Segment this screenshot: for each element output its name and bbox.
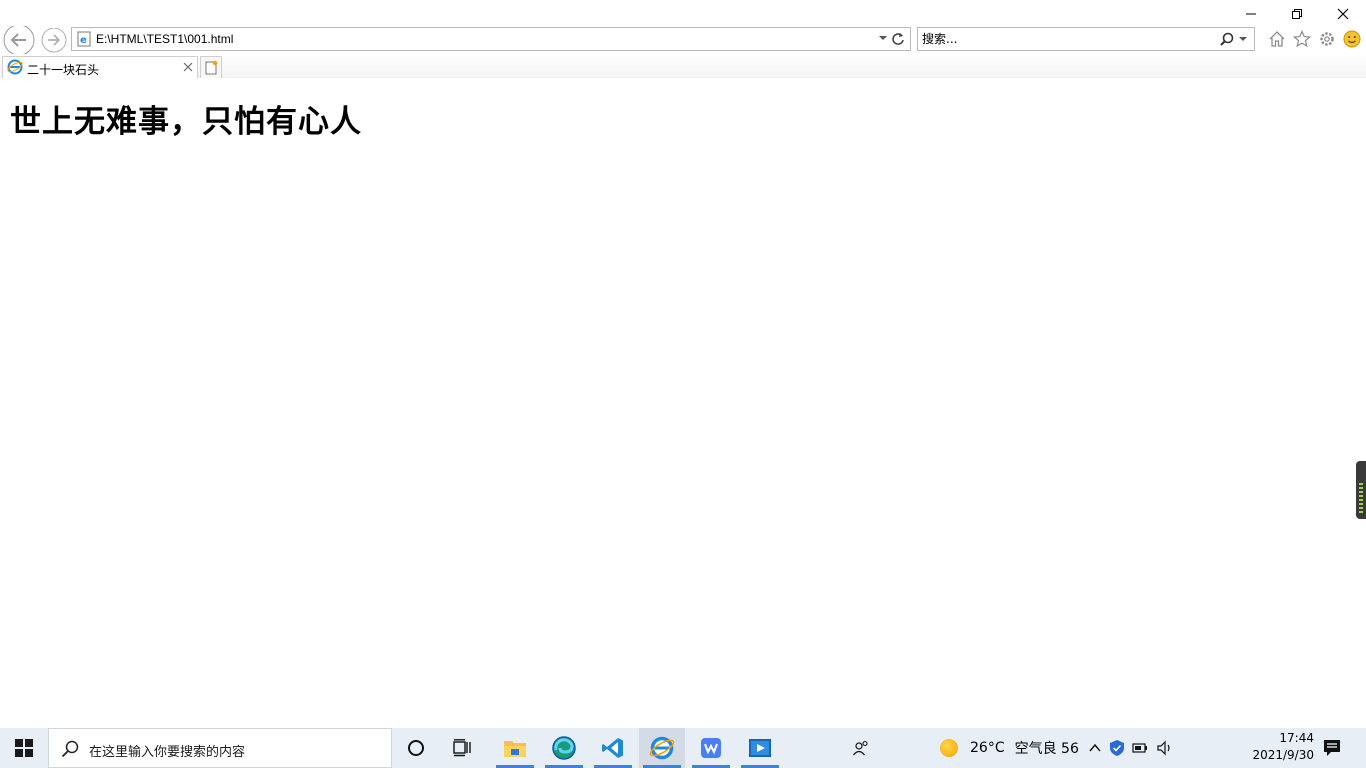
cortana-button[interactable] [393,728,439,768]
dropdown-arrow-icon[interactable] [1238,34,1248,44]
system-clock[interactable]: 17:44 2021/9/30 [1240,730,1314,764]
back-button[interactable] [2,26,36,56]
search-icon[interactable] [1220,32,1234,46]
tab-title: 二十一块石头 [27,63,100,77]
refresh-icon[interactable] [890,31,906,47]
cortana-icon [408,740,424,756]
forward-arrow-icon [41,28,67,53]
wps-icon [701,738,721,758]
system-tray [1088,728,1174,768]
taskbar-search-placeholder: 在这里输入你要搜索的内容 [89,745,246,760]
new-tab-icon [205,60,218,74]
taskbar-search-box[interactable]: 在这里输入你要搜索的内容 [48,728,392,768]
level-bars [1359,483,1363,513]
taskbar: 在这里输入你要搜索的内容 26°C 空气良 56 17:44 2021/9/30 [0,728,1366,768]
svg-text:e: e [80,35,87,46]
edge-icon [552,736,576,760]
smiley-icon [1343,30,1361,48]
toolbar-icons [1266,28,1363,50]
notification-icon [1324,740,1340,756]
vscode-icon [602,738,623,758]
address-bar[interactable]: e E:\HTML\TEST1\001.html [71,27,911,51]
ie-page-icon: e [77,31,91,47]
file-explorer-icon [504,741,526,757]
windows-logo-icon [15,739,33,757]
new-tab-button[interactable] [200,56,222,78]
search-box[interactable] [917,27,1255,51]
clock-time: 17:44 [1279,731,1314,745]
security-shield-icon[interactable] [1108,739,1126,757]
home-button[interactable] [1266,28,1288,50]
minimize-icon [1246,13,1256,15]
chevron-up-icon[interactable] [1088,741,1102,755]
forward-button[interactable] [40,28,68,56]
notification-button[interactable] [1322,738,1342,761]
dropdown-arrow-icon[interactable] [878,33,888,43]
media-player-icon [749,739,771,757]
url-text[interactable]: E:\HTML\TEST1\001.html [96,32,233,46]
restore-icon [1292,9,1302,19]
weather-widget[interactable]: 26°C 空气良 56 [940,728,1079,768]
home-icon [1269,31,1285,47]
ie-icon [649,736,675,760]
browser-chrome: e E:\HTML\TEST1\001.html 搜索... 二十一块石头 [0,0,1366,78]
feedback-button[interactable] [1341,28,1363,50]
ie-icon [7,59,23,75]
close-icon [1337,8,1349,20]
vscode-button[interactable] [590,728,636,768]
clock-date: 2021/9/30 [1252,748,1314,762]
navigation-bar: e E:\HTML\TEST1\001.html [0,24,1366,56]
favorites-button[interactable] [1291,28,1313,50]
close-icon[interactable] [181,60,195,74]
weather-temperature: 26°C [970,740,1005,756]
people-button[interactable] [838,728,884,768]
page-content: 世上无难事，只怕有心人 [0,78,1366,728]
gear-icon [1320,32,1334,46]
wps-button[interactable] [688,728,734,768]
settings-button[interactable] [1316,28,1338,50]
search-input[interactable] [922,31,1212,47]
edge-button[interactable] [541,728,587,768]
page-heading: 世上无难事，只怕有心人 [10,104,362,140]
ie-taskbar-button[interactable] [639,728,685,768]
tab-current[interactable]: 二十一块石头 [2,56,198,78]
back-arrow-icon [3,26,35,56]
search-icon [61,740,79,758]
tab-strip: 二十一块石头 [0,54,1366,78]
people-icon [853,740,868,756]
media-player-button[interactable] [737,728,783,768]
volume-icon[interactable] [1156,740,1174,756]
favorites-star-icon [1293,30,1311,48]
side-panel-handle[interactable] [1356,461,1366,519]
task-view-icon [453,739,471,757]
start-button[interactable] [0,728,48,768]
file-explorer-button[interactable] [492,728,538,768]
network-icon[interactable] [1132,740,1150,756]
air-quality: 空气良 56 [1014,741,1079,757]
weather-sun-icon [940,739,958,757]
task-view-button[interactable] [440,728,486,768]
